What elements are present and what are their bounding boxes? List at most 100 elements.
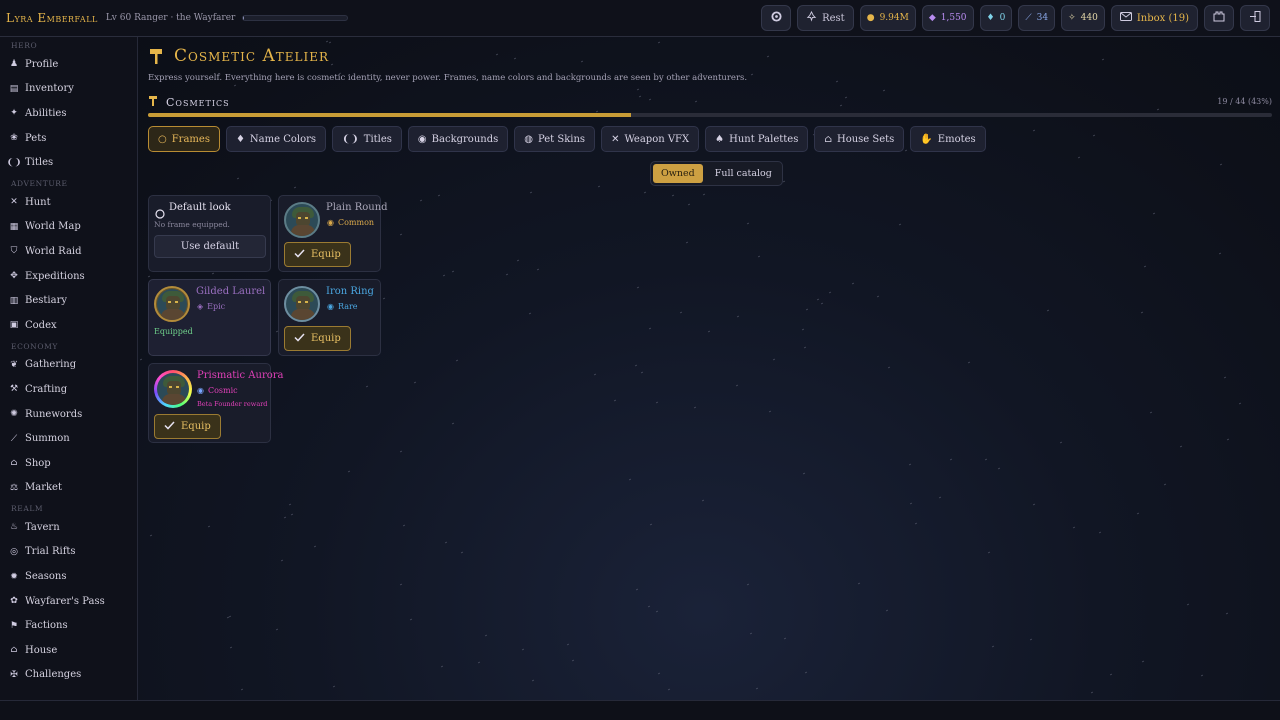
sidebar-item-label: Expeditions — [25, 270, 85, 282]
page-title-text: Cosmetic Atelier — [174, 46, 329, 66]
frame-preview-avatar — [154, 370, 192, 408]
sidebar-item-tavern[interactable]: ♨ Tavern — [0, 515, 137, 540]
star — [707, 330, 710, 333]
tab-emotes[interactable]: ✋ Emotes — [910, 126, 986, 152]
scroll-icon: ▣ — [9, 320, 19, 331]
sidebar-item-summon[interactable]: ⟋ Summon — [0, 426, 137, 451]
tab-label: Backgrounds — [431, 133, 499, 145]
toggle-owned[interactable]: Owned — [653, 164, 703, 183]
sidebar-item-challenges[interactable]: ✠ Challenges — [0, 663, 137, 688]
tab-hunt-palettes[interactable]: ♠ Hunt Palettes — [705, 126, 809, 152]
rest-button[interactable]: Rest — [797, 5, 854, 31]
star — [758, 255, 761, 258]
inbox-button[interactable]: Inbox (19) — [1110, 5, 1198, 31]
sidebar-item-trial-rifts[interactable]: ◎ Trial Rifts — [0, 540, 137, 565]
use-default-button[interactable]: Use default — [154, 235, 266, 258]
frame-preview-avatar — [284, 286, 320, 322]
dust-counter[interactable]: ✧ 440 — [1061, 5, 1105, 31]
guild-button[interactable] — [1204, 5, 1234, 31]
sidebar-item-market[interactable]: ⚖ Market — [0, 476, 137, 501]
equip-button[interactable]: Equip — [154, 414, 221, 439]
sidebar-item-gathering[interactable]: ❦ Gathering — [0, 353, 137, 378]
sidebar-item-profile[interactable]: ♟ Profile — [0, 52, 137, 77]
sidebar-item-inventory[interactable]: ▤ Inventory — [0, 77, 137, 102]
sidebar-item-world-raid[interactable]: ⛉ World Raid — [0, 239, 137, 264]
star — [147, 275, 151, 278]
star — [1137, 512, 1140, 515]
tab-frames[interactable]: ○ Frames — [148, 126, 220, 152]
tab-name-colors[interactable]: ♦ Name Colors — [225, 126, 327, 152]
tab-backgrounds[interactable]: ◉ Backgrounds — [407, 126, 509, 152]
sidebar-item-codex[interactable]: ▣ Codex — [0, 313, 137, 338]
star — [452, 423, 455, 425]
sidebar-item-factions[interactable]: ⚑ Factions — [0, 613, 137, 638]
star — [291, 513, 294, 516]
rarity-gem-icon: ◈ — [197, 302, 204, 311]
star — [531, 679, 535, 682]
tab-titles[interactable]: ❨❩ Titles — [332, 126, 402, 152]
check-icon — [294, 332, 305, 345]
star — [1164, 483, 1167, 486]
star — [1219, 163, 1223, 166]
sidebar-item-shop[interactable]: ⌂ Shop — [0, 451, 137, 476]
star — [1140, 311, 1144, 314]
equip-button[interactable]: Equip — [284, 242, 351, 267]
shop-icon: ⌂ — [10, 458, 18, 469]
gems-counter[interactable]: ◆ 1,550 — [921, 5, 974, 31]
star — [967, 361, 970, 364]
tab-pet-skins[interactable]: ◍ Pet Skins — [514, 126, 596, 152]
sidebar-item-world-map[interactable]: ▦ World Map — [0, 215, 137, 240]
sidebar-item-wayfarer-s-pass[interactable]: ✿ Wayfarer's Pass — [0, 589, 137, 614]
star — [1179, 445, 1183, 448]
frame-preview-avatar — [154, 286, 190, 322]
equip-button-label: Equip — [311, 333, 341, 344]
toggle-full-catalog[interactable]: Full catalog — [707, 164, 780, 183]
star — [628, 478, 631, 481]
star — [773, 358, 776, 361]
logout-button[interactable] — [1240, 5, 1270, 31]
star — [275, 628, 279, 631]
sidebar-item-bestiary[interactable]: ▥ Bestiary — [0, 288, 137, 313]
leaf-icon: ❦ — [10, 359, 18, 370]
star — [671, 194, 675, 197]
rarity-label: ◉ Rare — [327, 302, 358, 311]
star — [281, 559, 284, 561]
settings-button[interactable] — [761, 5, 792, 31]
tab-label: Pet Skins — [537, 133, 586, 145]
tab-house-sets[interactable]: ⌂ House Sets — [814, 126, 905, 152]
sidebar-item-seasons[interactable]: ✹ Seasons — [0, 564, 137, 589]
sidebar-item-house[interactable]: ⌂ House — [0, 638, 137, 663]
star — [1101, 58, 1104, 61]
star — [383, 297, 386, 300]
sidebar-item-pets[interactable]: ❀ Pets — [0, 126, 137, 151]
star — [749, 633, 753, 635]
star — [325, 40, 329, 42]
star — [1187, 603, 1190, 605]
sidebar-section-adventure: ADVENTURE — [11, 178, 68, 188]
sidebar-item-abilities[interactable]: ✦ Abilities — [0, 101, 137, 126]
star — [1226, 438, 1229, 441]
sidebar-item-crafting[interactable]: ⚒ Crafting — [0, 377, 137, 402]
tab-weapon-vfx[interactable]: ✕ Weapon VFX — [601, 126, 700, 152]
gold-counter[interactable]: ● 9.94M — [859, 5, 916, 31]
sidebar-item-expeditions[interactable]: ✥ Expeditions — [0, 264, 137, 289]
star — [283, 516, 286, 519]
star — [228, 615, 231, 618]
star — [400, 233, 403, 236]
star — [330, 64, 333, 66]
star — [229, 646, 233, 649]
sidebar-item-titles[interactable]: ❨❩ Titles — [0, 150, 137, 175]
scales-icon: ⚖ — [9, 482, 19, 493]
hammer-icon — [148, 47, 164, 65]
star — [988, 552, 991, 554]
shards-counter[interactable]: ♦ 0 — [979, 5, 1013, 31]
feathers-counter[interactable]: ⟋ 34 — [1018, 5, 1056, 31]
sidebar-item-runewords[interactable]: ✺ Runewords — [0, 402, 137, 427]
star — [950, 458, 953, 461]
equip-button[interactable]: Equip — [284, 326, 351, 351]
source-note: Beta Founder reward — [197, 400, 268, 408]
section-header: Cosmetics 19 / 44 (43%) — [148, 95, 1272, 109]
sidebar-item-label: Abilities — [25, 107, 67, 119]
star — [857, 582, 860, 585]
sidebar-item-hunt[interactable]: ✕ Hunt — [0, 190, 137, 215]
